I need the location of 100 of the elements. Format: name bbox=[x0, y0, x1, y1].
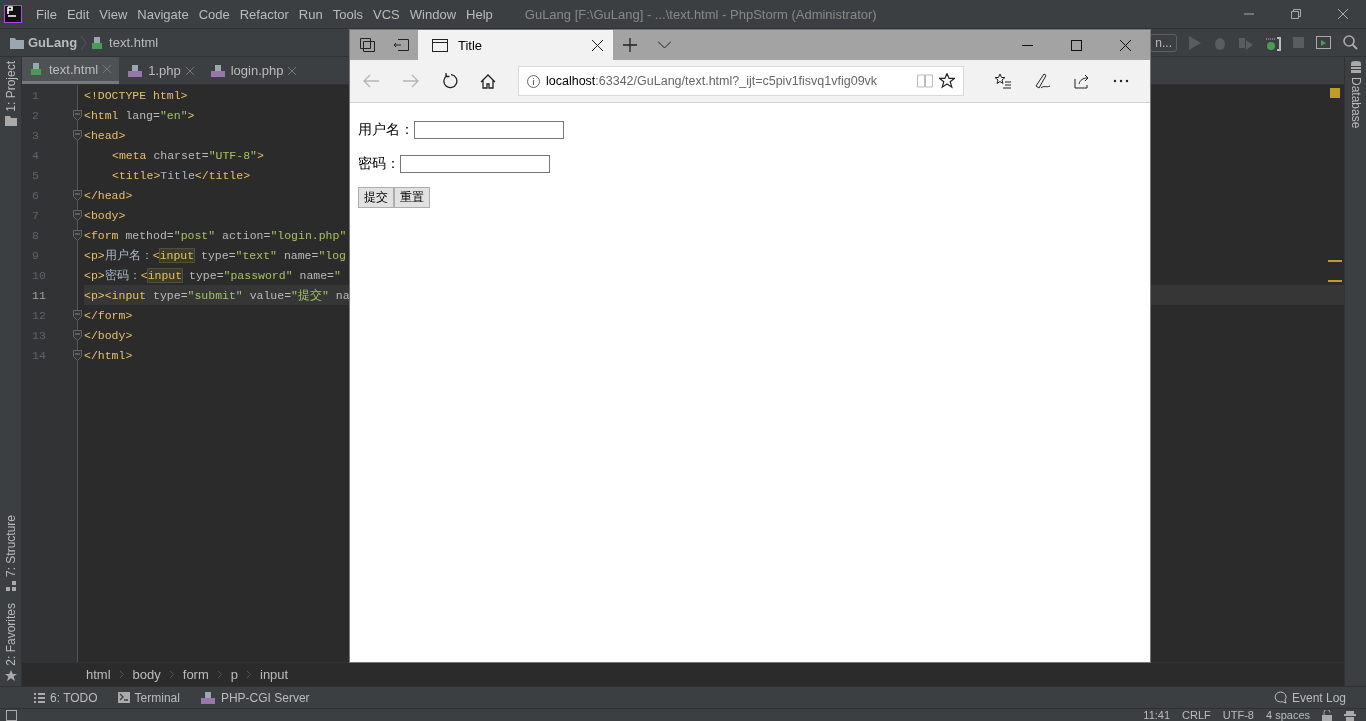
menu-item[interactable]: Help bbox=[462, 6, 497, 22]
fold-marker-icon[interactable] bbox=[73, 129, 82, 141]
menu-item[interactable]: Window bbox=[405, 6, 461, 22]
php-file-icon bbox=[199, 690, 216, 705]
page-icon bbox=[432, 38, 448, 52]
close-icon[interactable] bbox=[1120, 39, 1131, 51]
status-item[interactable]: UTF-8 bbox=[1222, 708, 1254, 721]
tag-path-item[interactable]: body bbox=[132, 667, 161, 682]
search-icon[interactable] bbox=[1343, 35, 1358, 50]
code-line: <p>用户名：<input type="text" name="log bbox=[84, 247, 346, 263]
favorites-icon[interactable] bbox=[994, 73, 1012, 89]
chevron-icon bbox=[217, 671, 222, 678]
star-icon[interactable] bbox=[939, 73, 955, 89]
line-number: 11 bbox=[32, 288, 46, 302]
editor-tab[interactable]: 1.php bbox=[119, 57, 202, 84]
form-button[interactable]: 重置 bbox=[394, 187, 430, 208]
menu-item[interactable]: VCS bbox=[369, 6, 404, 22]
menu-item[interactable]: Run bbox=[294, 6, 327, 22]
code-line: <html lang="en"> bbox=[84, 108, 195, 122]
restore-icon[interactable] bbox=[1291, 9, 1301, 19]
tool-window-button[interactable]: Terminal bbox=[134, 690, 180, 705]
list-icon bbox=[34, 692, 45, 703]
window-title: GuLang [F:\GuLang] - ...\text.html - PhpStorm (Administrator) bbox=[524, 6, 878, 22]
code-line: </html> bbox=[84, 348, 133, 362]
inspection-marker[interactable] bbox=[1330, 88, 1340, 98]
tool-window-button[interactable]: 2: Favorites bbox=[3, 603, 18, 666]
code-line: </form> bbox=[84, 308, 133, 322]
code-line: <title>Title</title> bbox=[112, 168, 251, 182]
menu-item[interactable]: Code bbox=[194, 6, 234, 22]
refresh-icon[interactable] bbox=[442, 73, 458, 89]
terminal-icon bbox=[117, 692, 130, 703]
run-window-icon[interactable] bbox=[1316, 36, 1331, 49]
pen-icon[interactable] bbox=[1034, 72, 1052, 90]
tag-path-item[interactable]: p bbox=[230, 667, 238, 682]
editor-tab[interactable]: text.html bbox=[22, 57, 120, 84]
form-button[interactable]: 提交 bbox=[358, 187, 394, 208]
tool-window-button[interactable]: 6: TODO bbox=[50, 690, 98, 705]
fold-marker-icon[interactable] bbox=[73, 189, 82, 201]
menu-item[interactable]: Edit bbox=[62, 6, 94, 22]
tool-window-button[interactable]: PHP-CGI Server bbox=[220, 690, 310, 705]
address-bar[interactable]: localhost:63342/GuLang/text.html?_ijt=c5piv1fisvq1vfig09vk bbox=[518, 66, 964, 96]
chevron-icon bbox=[119, 671, 124, 678]
code-line: <p><input type="submit" value="提交" na bbox=[84, 287, 350, 303]
editor-tab[interactable]: login.php bbox=[201, 57, 305, 84]
panel-toggle-icon[interactable] bbox=[6, 709, 17, 721]
speech-bubble-icon bbox=[1273, 691, 1287, 704]
php-file-icon bbox=[209, 63, 226, 78]
chevron-icon bbox=[81, 35, 88, 50]
fold-marker-icon[interactable] bbox=[73, 349, 82, 361]
maximize-icon[interactable] bbox=[1071, 39, 1082, 51]
code-line: <meta charset="UTF-8"> bbox=[112, 148, 264, 162]
tag-path-item[interactable]: form bbox=[182, 667, 209, 682]
menu-item[interactable]: File bbox=[32, 6, 61, 22]
app-logo-icon bbox=[4, 5, 22, 23]
code-line: <head> bbox=[84, 128, 126, 142]
database-icon bbox=[1350, 61, 1361, 73]
tool-window-button[interactable]: 7: Structure bbox=[3, 515, 18, 578]
chevron-icon bbox=[247, 671, 251, 678]
fold-marker-icon[interactable] bbox=[73, 329, 82, 341]
code-line: </head> bbox=[84, 188, 133, 202]
structure-icon bbox=[5, 581, 16, 592]
fold-marker-icon[interactable] bbox=[73, 229, 82, 241]
html-file-icon bbox=[30, 62, 44, 76]
new-tab-icon[interactable] bbox=[623, 38, 637, 52]
folder-icon bbox=[4, 115, 17, 126]
share-icon[interactable] bbox=[1074, 73, 1091, 89]
input-field[interactable] bbox=[414, 121, 564, 139]
folder-icon bbox=[10, 36, 24, 49]
tag-path-item[interactable]: html bbox=[86, 667, 111, 682]
code-line: <form method="post" action="login.php" bbox=[84, 228, 347, 242]
lock-icon[interactable] bbox=[1322, 709, 1332, 721]
more-icon[interactable] bbox=[1113, 79, 1129, 83]
menu-item[interactable]: Refactor bbox=[235, 6, 293, 22]
code-line: <body> bbox=[84, 208, 126, 222]
menu-item[interactable]: View bbox=[95, 6, 132, 22]
chevron-down-icon[interactable] bbox=[657, 41, 671, 49]
star-icon bbox=[4, 670, 17, 682]
set-aside-tabs-icon[interactable] bbox=[393, 39, 409, 51]
status-item[interactable]: 4 spaces bbox=[1265, 708, 1310, 721]
event-log-button[interactable]: Event Log bbox=[1291, 690, 1346, 705]
tab-set-icon[interactable] bbox=[359, 38, 375, 52]
code-line: </body> bbox=[84, 328, 133, 342]
menu-item[interactable]: Tools bbox=[328, 6, 368, 22]
menu-item[interactable]: Navigate bbox=[133, 6, 193, 22]
close-icon[interactable] bbox=[592, 39, 603, 51]
fold-marker-icon[interactable] bbox=[73, 209, 82, 221]
breadcrumb-item[interactable]: text.html bbox=[109, 35, 159, 50]
home-icon[interactable] bbox=[480, 73, 496, 89]
tool-window-button[interactable]: 1: Project bbox=[3, 61, 18, 112]
browser-tab[interactable]: Title bbox=[418, 30, 613, 60]
status-item[interactable]: CRLF bbox=[1182, 708, 1211, 721]
fold-marker-icon[interactable] bbox=[73, 309, 82, 321]
info-icon[interactable] bbox=[527, 74, 540, 88]
breadcrumb-item[interactable]: GuLang bbox=[28, 35, 78, 50]
tool-window-button[interactable]: Database bbox=[1348, 77, 1363, 129]
fold-marker-icon[interactable] bbox=[73, 109, 82, 121]
field-label: 用户名： bbox=[358, 121, 414, 139]
status-item[interactable]: 11:41 bbox=[1143, 708, 1171, 721]
input-field[interactable] bbox=[400, 155, 550, 173]
tag-path-item[interactable]: input bbox=[260, 667, 289, 682]
